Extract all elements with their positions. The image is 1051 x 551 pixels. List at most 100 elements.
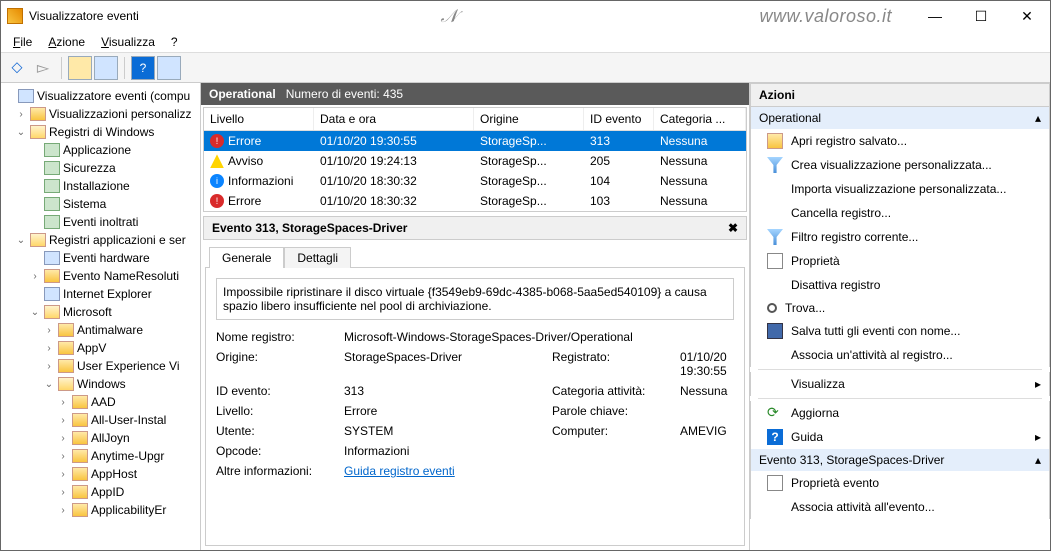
filter-icon [767, 157, 783, 173]
tree-item[interactable]: Installazione [1, 177, 200, 195]
action-import-view[interactable]: Importa visualizzazione personalizzata..… [750, 177, 1050, 201]
toolbar: ⬦ ▻ ? [1, 53, 1050, 83]
save-icon [767, 323, 783, 339]
navigation-tree[interactable]: Visualizzatore eventi (compu ›Visualizza… [1, 83, 201, 550]
help-icon: ? [767, 429, 783, 445]
actions-section-operational[interactable]: Operational▴ [750, 107, 1050, 129]
action-event-properties[interactable]: Proprietà evento [750, 471, 1050, 495]
tree-item[interactable]: ›AppHost [1, 465, 200, 483]
maximize-button[interactable]: ☐ [958, 1, 1004, 31]
tab-details[interactable]: Dettagli [284, 247, 351, 268]
tree-microsoft[interactable]: ⌄Microsoft [1, 303, 200, 321]
tree-item[interactable]: Eventi hardware [1, 249, 200, 267]
tree-item[interactable]: ›User Experience Vi [1, 357, 200, 375]
col-level[interactable]: Livello [204, 108, 314, 130]
folder-icon [767, 133, 783, 149]
help-toolbar-button[interactable]: ? [131, 56, 155, 80]
grid-header[interactable]: Livello Data e ora Origine ID evento Cat… [204, 108, 746, 131]
menu-view[interactable]: Visualizza [95, 33, 161, 51]
events-panel: Operational Numero di eventi: 435 Livell… [201, 83, 750, 550]
events-header: Operational Numero di eventi: 435 [201, 83, 749, 105]
col-id[interactable]: ID evento [584, 108, 654, 130]
title-bar: Visualizzatore eventi 𝒩 www.valoroso.it … [1, 1, 1050, 31]
detail-body: Impossibile ripristinare il disco virtua… [205, 267, 745, 546]
tree-app-logs[interactable]: ⌄Registri applicazioni e ser [1, 231, 200, 249]
collapse-icon[interactable]: ▴ [1035, 453, 1041, 467]
properties-icon [767, 475, 783, 491]
tree-windows-logs[interactable]: ⌄Registri di Windows [1, 123, 200, 141]
action-attach-task[interactable]: Associa un'attività al registro... [750, 343, 1050, 367]
toolbar-btn-3[interactable] [157, 56, 181, 80]
find-icon [767, 303, 777, 313]
menu-help[interactable]: ? [165, 33, 184, 51]
action-help[interactable]: ?Guida▸ [750, 425, 1050, 449]
table-row[interactable]: !Errore 01/10/20 19:30:55StorageSp...313… [204, 131, 746, 151]
window-title: Visualizzatore eventi [29, 9, 139, 23]
action-properties[interactable]: Proprietà [750, 249, 1050, 273]
action-clear-log[interactable]: Cancella registro... [750, 201, 1050, 225]
table-row[interactable]: iInformazioni 01/10/20 18:30:32StorageSp… [204, 171, 746, 191]
tree-item[interactable]: ›All-User-Instal [1, 411, 200, 429]
log-help-link[interactable]: Guida registro eventi [344, 464, 544, 478]
tree-item[interactable]: Applicazione [1, 141, 200, 159]
forward-button[interactable]: ▻ [31, 56, 55, 80]
minimize-button[interactable]: — [912, 1, 958, 31]
actions-panel: Azioni Operational▴ Apri registro salvat… [750, 83, 1050, 550]
action-event-attach-task[interactable]: Associa attività all'evento... [750, 495, 1050, 519]
action-refresh[interactable]: ⟳Aggiorna [750, 401, 1050, 425]
tree-item[interactable]: ›Anytime-Upgr [1, 447, 200, 465]
events-grid[interactable]: Livello Data e ora Origine ID evento Cat… [203, 107, 747, 212]
back-button[interactable]: ⬦ [5, 56, 29, 80]
menu-bar: FFileile Azione Visualizza ? [1, 31, 1050, 53]
watermark-logo: 𝒩 [139, 6, 760, 27]
table-row[interactable]: Avviso 01/10/20 19:24:13StorageSp...205N… [204, 151, 746, 171]
detail-header: Evento 313, StorageSpaces-Driver ✖ [203, 216, 747, 240]
toolbar-btn-2[interactable] [94, 56, 118, 80]
action-save-all[interactable]: Salva tutti gli eventi con nome... [750, 319, 1050, 343]
event-properties: Nome registro:Microsoft-Windows-StorageS… [216, 330, 734, 478]
col-date[interactable]: Data e ora [314, 108, 474, 130]
tree-item[interactable]: ›AAD [1, 393, 200, 411]
tree-item[interactable]: Sistema [1, 195, 200, 213]
action-view[interactable]: Visualizza▸ [750, 372, 1050, 396]
actions-title: Azioni [750, 83, 1050, 107]
detail-close-icon[interactable]: ✖ [728, 221, 738, 235]
detail-tabs: Generale Dettagli [209, 246, 741, 267]
tab-general[interactable]: Generale [209, 247, 284, 268]
tree-custom-views[interactable]: ›Visualizzazioni personalizz [1, 105, 200, 123]
tree-item[interactable]: ›Evento NameResoluti [1, 267, 200, 285]
actions-section-event[interactable]: Evento 313, StorageSpaces-Driver▴ [750, 449, 1050, 471]
tree-item[interactable]: ›Antimalware [1, 321, 200, 339]
toolbar-btn-1[interactable] [68, 56, 92, 80]
tree-item[interactable]: ›AppV [1, 339, 200, 357]
info-icon: i [210, 174, 224, 188]
refresh-icon: ⟳ [767, 405, 783, 421]
action-disable-log[interactable]: Disattiva registro [750, 273, 1050, 297]
col-source[interactable]: Origine [474, 108, 584, 130]
filter-icon [767, 229, 783, 245]
menu-file[interactable]: FFileile [7, 33, 38, 51]
close-button[interactable]: ✕ [1004, 1, 1050, 31]
action-filter-log[interactable]: Filtro registro corrente... [750, 225, 1050, 249]
watermark-url: www.valoroso.it [759, 6, 892, 27]
properties-icon [767, 253, 783, 269]
collapse-icon[interactable]: ▴ [1035, 111, 1041, 125]
tree-item[interactable]: Eventi inoltrati [1, 213, 200, 231]
warning-icon [210, 154, 224, 168]
tree-item[interactable]: Sicurezza [1, 159, 200, 177]
action-find[interactable]: Trova... [750, 297, 1050, 319]
col-cat[interactable]: Categoria ... [654, 108, 746, 130]
action-open-log[interactable]: Apri registro salvato... [750, 129, 1050, 153]
tree-item[interactable]: ›AppID [1, 483, 200, 501]
action-create-view[interactable]: Crea visualizzazione personalizzata... [750, 153, 1050, 177]
tree-root[interactable]: Visualizzatore eventi (compu [1, 87, 200, 105]
event-message: Impossibile ripristinare il disco virtua… [216, 278, 734, 320]
tree-item[interactable]: Internet Explorer [1, 285, 200, 303]
error-icon: ! [210, 194, 224, 208]
tree-item[interactable]: ›ApplicabilityEr [1, 501, 200, 519]
tree-item[interactable]: ›AllJoyn [1, 429, 200, 447]
chevron-right-icon: ▸ [1035, 377, 1041, 391]
table-row[interactable]: !Errore 01/10/20 18:30:32StorageSp...103… [204, 191, 746, 211]
menu-action[interactable]: Azione [42, 33, 91, 51]
tree-windows-node[interactable]: ⌄Windows [1, 375, 200, 393]
